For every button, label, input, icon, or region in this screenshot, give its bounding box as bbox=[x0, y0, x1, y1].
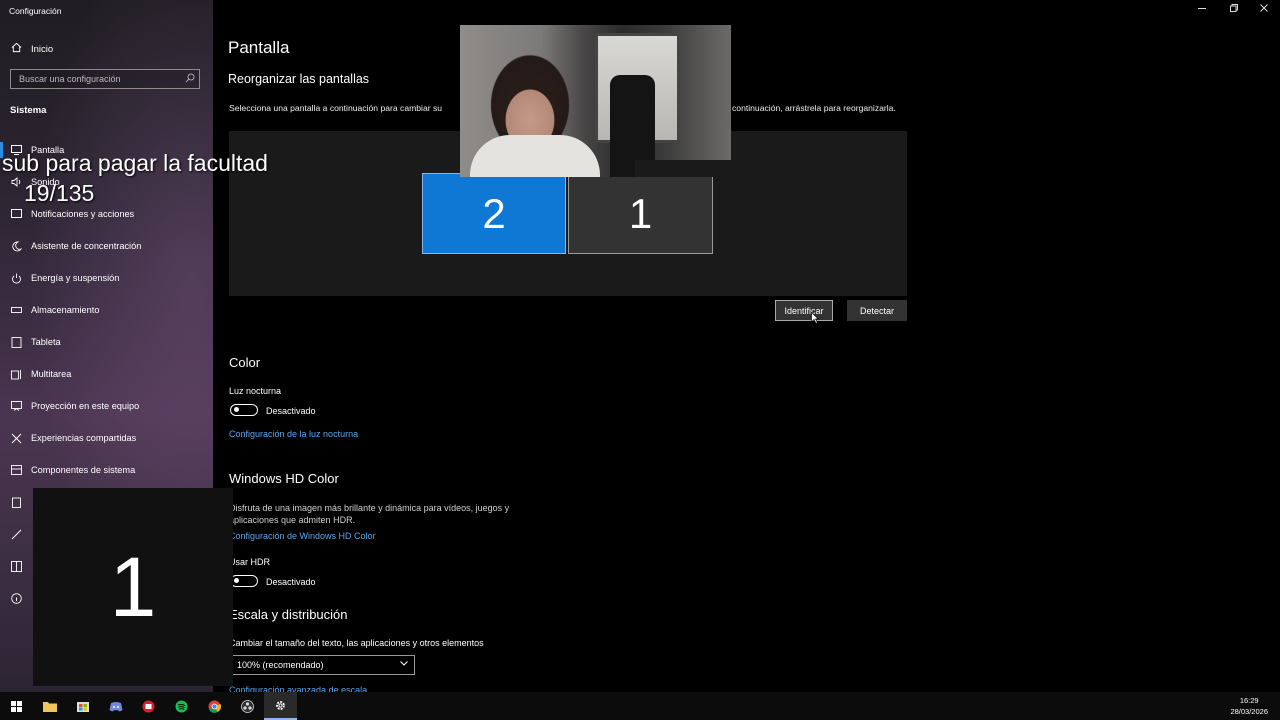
sidebar-item-energia[interactable]: Energía y suspensión bbox=[10, 270, 119, 286]
sidebar-item-label: Multitarea bbox=[31, 369, 72, 379]
store-icon[interactable] bbox=[66, 692, 99, 720]
sidebar-item-experiencias[interactable]: Experiencias compartidas bbox=[10, 430, 136, 446]
color-heading: Color bbox=[229, 355, 261, 370]
spotify-icon[interactable] bbox=[165, 692, 198, 720]
night-light-label: Luz nocturna bbox=[229, 386, 282, 396]
sidebar-item-hidden-2[interactable] bbox=[10, 526, 22, 542]
nav-home-label: Inicio bbox=[31, 43, 54, 55]
sidebar-item-tableta[interactable]: Tableta bbox=[10, 334, 61, 350]
search-input[interactable]: Buscar una configuración bbox=[10, 69, 200, 89]
chrome-icon[interactable] bbox=[198, 692, 231, 720]
night-light-settings-link[interactable]: Configuración de la luz nocturna bbox=[229, 429, 358, 439]
projection-icon bbox=[10, 400, 22, 412]
stream-counter: 19/135 bbox=[24, 180, 95, 206]
power-icon bbox=[10, 272, 22, 284]
hdr-toggle[interactable] bbox=[230, 575, 258, 587]
chevron-down-icon bbox=[399, 658, 409, 670]
home-icon bbox=[11, 42, 22, 56]
section-label: Sistema bbox=[10, 105, 47, 116]
sidebar-item-label: Proyección en este equipo bbox=[31, 401, 140, 411]
hd-color-heading: Windows HD Color bbox=[229, 471, 339, 486]
webcam-desk bbox=[635, 160, 731, 177]
hdr-state: Desactivado bbox=[266, 577, 316, 587]
restore-button[interactable] bbox=[1227, 3, 1241, 16]
night-light-toggle[interactable] bbox=[230, 404, 258, 416]
grid-icon bbox=[10, 560, 22, 572]
moon-icon bbox=[10, 240, 22, 252]
identify-button[interactable]: Identificar bbox=[775, 300, 833, 321]
night-light-state: Desactivado bbox=[266, 406, 316, 416]
sidebar-item-multitarea[interactable]: Multitarea bbox=[10, 366, 71, 382]
sidebar-item-componentes[interactable]: Componentes de sistema bbox=[10, 462, 135, 478]
search-placeholder: Buscar una configuración bbox=[19, 74, 121, 84]
sidebar-item-proyeccion[interactable]: Proyección en este equipo bbox=[10, 398, 139, 414]
app-red-icon[interactable] bbox=[132, 692, 165, 720]
arrange-heading: Reorganizar las pantallas bbox=[228, 72, 370, 86]
minimize-button[interactable] bbox=[1195, 3, 1209, 16]
monitor-tile-1[interactable]: 1 bbox=[568, 173, 713, 254]
restore-icon bbox=[1230, 4, 1238, 12]
arrange-description-left: Selecciona una pantalla a continuación p… bbox=[229, 103, 443, 113]
close-button[interactable] bbox=[1257, 3, 1271, 16]
hd-color-description-1: Disfruta de una imagen más brillante y d… bbox=[229, 503, 510, 513]
sidebar-item-asistente[interactable]: Asistente de concentración bbox=[10, 238, 141, 254]
sidebar-item-hidden-4[interactable] bbox=[10, 590, 22, 606]
obs-icon[interactable] bbox=[231, 692, 264, 720]
sidebar-item-label: Componentes de sistema bbox=[31, 465, 136, 475]
file-explorer-icon[interactable] bbox=[33, 692, 66, 720]
sidebar-item-hidden-3[interactable] bbox=[10, 558, 22, 574]
webcam-overlay bbox=[460, 25, 731, 177]
components-icon bbox=[10, 464, 22, 476]
clipboard-icon bbox=[10, 496, 22, 508]
scale-description: Cambiar el tamaño del texto, las aplicac… bbox=[229, 638, 484, 648]
speaker-icon bbox=[10, 176, 22, 188]
hd-color-description-2: aplicaciones que admiten HDR. bbox=[229, 515, 356, 525]
monitor-tile-2[interactable]: 2 bbox=[422, 173, 566, 254]
sidebar-item-label: Almacenamiento bbox=[31, 305, 100, 315]
search-icon[interactable] bbox=[185, 73, 195, 85]
scale-dropdown[interactable]: 100% (recomendado) bbox=[229, 655, 415, 675]
sidebar-item-notificaciones[interactable]: Notificaciones y acciones bbox=[10, 206, 134, 222]
minimize-icon bbox=[1198, 8, 1206, 9]
webcam-person-shirt bbox=[470, 135, 600, 177]
windows-start-icon[interactable] bbox=[0, 692, 33, 720]
hdr-label: Usar HDR bbox=[229, 557, 271, 567]
sidebar-item-label: Experiencias compartidas bbox=[31, 433, 137, 443]
multitask-icon bbox=[10, 368, 22, 380]
scale-dropdown-value: 100% (recomendado) bbox=[237, 660, 324, 670]
nav-home[interactable]: Inicio bbox=[11, 42, 53, 56]
remote-icon bbox=[10, 528, 22, 540]
close-icon bbox=[1260, 4, 1268, 12]
sidebar-item-label: Energía y suspensión bbox=[31, 273, 120, 283]
shared-icon bbox=[10, 432, 22, 444]
window-title: Configuración bbox=[9, 6, 62, 16]
page-title: Pantalla bbox=[228, 38, 290, 57]
stream-caption: sub para pagar la facultad bbox=[2, 150, 268, 176]
tablet-icon bbox=[10, 336, 22, 348]
sidebar-item-label: Notificaciones y acciones bbox=[31, 209, 135, 219]
detect-button[interactable]: Detectar bbox=[847, 300, 907, 321]
notification-icon bbox=[10, 208, 22, 220]
taskbar-clock[interactable]: 16:29 28/03/2026 bbox=[1230, 695, 1268, 717]
sidebar-item-label: Asistente de concentración bbox=[31, 241, 142, 251]
settings-icon[interactable] bbox=[264, 692, 297, 720]
clock-date: 28/03/2026 bbox=[1230, 707, 1268, 716]
taskbar: 16:29 28/03/2026 bbox=[0, 692, 1280, 720]
clock-time: 16:29 bbox=[1239, 696, 1259, 705]
hd-color-settings-link[interactable]: Configuración de Windows HD Color bbox=[229, 531, 376, 541]
discord-icon[interactable] bbox=[99, 692, 132, 720]
storage-icon bbox=[10, 304, 22, 316]
info-icon bbox=[10, 592, 22, 604]
arrange-description-right: continuación, arrástrela para reorganiza… bbox=[732, 103, 896, 113]
sidebar-item-almacenamiento[interactable]: Almacenamiento bbox=[10, 302, 99, 318]
identify-display-popup: 1 bbox=[33, 488, 233, 686]
scale-heading: Escala y distribución bbox=[229, 607, 348, 622]
mouse-cursor-icon bbox=[811, 312, 819, 324]
sidebar-item-hidden-1[interactable] bbox=[10, 494, 22, 510]
sidebar-item-label: Tableta bbox=[31, 337, 61, 347]
